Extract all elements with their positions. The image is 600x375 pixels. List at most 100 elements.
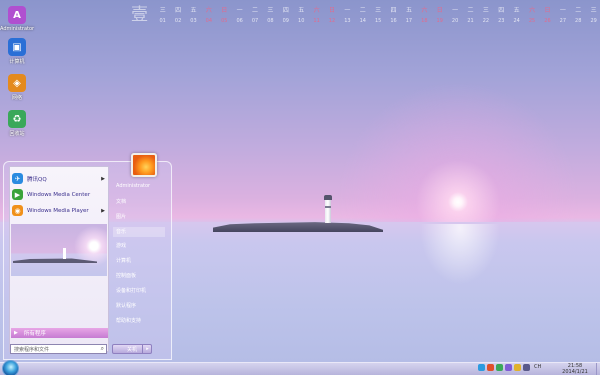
calendar-day: 日 12	[324, 6, 339, 26]
start-menu-place[interactable]: 计算机	[116, 257, 131, 264]
calendar-day: 二 07	[247, 6, 262, 26]
calendar-day: 一 13	[340, 6, 355, 26]
taskbar-clock[interactable]: 21:58 2014/1/21	[555, 363, 595, 375]
calendar-day: 日 26	[540, 6, 555, 26]
calendar-day: 日 05	[217, 6, 232, 26]
program-label: Windows Media Center	[27, 191, 91, 198]
desktop-icon-label: 网络	[11, 95, 22, 101]
desktop-icon[interactable]: A Administrator	[0, 6, 34, 32]
start-menu-place[interactable]: 图片	[116, 213, 126, 220]
start-menu-program[interactable]: ✈ 腾讯QQ ▶	[12, 171, 108, 186]
calendar-day: 五 10	[294, 6, 309, 26]
start-menu-place[interactable]: 设备和打印机	[116, 287, 146, 294]
calendar-day: 二 14	[355, 6, 370, 26]
calendar-date: 17	[405, 18, 413, 24]
calendar-day: 日 19	[432, 6, 447, 26]
network-icon: ◈	[8, 74, 26, 92]
calendar-weekday: 三	[590, 7, 597, 14]
start-button[interactable]	[2, 360, 19, 375]
desktop-icon-label: Administrator	[0, 26, 35, 32]
search-icon[interactable]: ⌕	[101, 345, 104, 353]
calendar-date: 05	[221, 18, 228, 24]
calendar-month: 壹	[131, 5, 148, 25]
calendar-day: 二 21	[463, 6, 478, 26]
start-menu-program[interactable]: ▶ Windows Media Center	[12, 187, 108, 202]
triangle-right-icon[interactable]: ▶	[101, 176, 105, 182]
taskbar: CH 21:58 2014/1/21	[0, 360, 600, 375]
all-programs-button[interactable]: ▶ 所有程序	[11, 328, 108, 338]
calendar-day: 六 18	[417, 6, 432, 26]
calendar-weekday: 一	[236, 7, 243, 14]
input-method-indicator[interactable]: CH	[534, 364, 541, 370]
calendar-date: 23	[498, 18, 505, 24]
program-label: Windows Media Player	[27, 207, 89, 214]
desktop-icon[interactable]: ▣ 计算机	[0, 38, 34, 65]
calendar-day: 四 23	[494, 6, 509, 26]
calendar-day: 一 20	[447, 6, 462, 26]
desktop-icon-label: 计算机	[9, 59, 25, 65]
start-menu-programs-pane: ✈ 腾讯QQ ▶ ▶ Windows Media Center ◉ Windows Medi…	[9, 166, 109, 352]
calendar-widget: 壹 三 01 四 02 五 03 六 04 日 05 一 06 二 07 三 08 四 09 五 10 六 11 日 12 一 1…	[131, 6, 600, 30]
tray-icon[interactable]	[505, 364, 512, 371]
calendar-date: 12	[328, 18, 336, 24]
start-menu-place[interactable]: 默认程序	[116, 302, 136, 309]
start-menu-place[interactable]: Administrator	[116, 183, 150, 189]
desktop-icon[interactable]: ◈ 网络	[0, 74, 34, 101]
calendar-date: 22	[482, 18, 490, 24]
calendar-weekday: 日	[436, 7, 443, 14]
calendar-date: 24	[513, 18, 520, 24]
start-menu-place[interactable]: 游戏	[116, 242, 126, 249]
calendar-weekday: 六	[529, 7, 536, 14]
desktop-icon[interactable]: ♻ 回收站	[0, 110, 34, 137]
triangle-right-icon[interactable]: ▶	[101, 208, 105, 214]
tray-icon[interactable]	[496, 364, 503, 371]
start-menu-place[interactable]: 帮助和支持	[116, 317, 141, 324]
calendar-weekday: 二	[467, 7, 474, 14]
calendar-days: 三 01 四 02 五 03 六 04 日 05 一 06 二 07 三 08 四 09 五 10 六 11 日 12 一 13 二…	[155, 6, 600, 26]
calendar-day: 四 09	[278, 6, 293, 26]
calendar-day: 三 22	[478, 6, 493, 26]
tray-icon[interactable]	[487, 364, 494, 371]
calendar-day: 四 02	[170, 6, 185, 26]
calendar-date: 15	[374, 18, 382, 24]
calendar-day: 六 04	[201, 6, 216, 26]
tray-icon[interactable]	[523, 364, 530, 371]
calendar-day: 三 29	[586, 6, 600, 26]
calendar-date: 20	[451, 18, 459, 24]
start-search-input[interactable]: 搜索程序和文件 ⌕	[10, 344, 107, 354]
calendar-day: 三 08	[263, 6, 278, 26]
calendar-date: 16	[390, 18, 397, 24]
start-menu-program[interactable]: ◉ Windows Media Player ▶	[12, 203, 108, 218]
calendar-weekday: 三	[375, 7, 382, 14]
start-menu-picture	[11, 224, 107, 276]
calendar-date: 08	[267, 18, 274, 24]
tray-icon[interactable]	[514, 364, 521, 371]
media-center-icon: ▶	[12, 189, 23, 200]
calendar-weekday: 四	[390, 7, 397, 14]
calendar-weekday: 日	[544, 7, 551, 14]
calendar-day: 三 15	[370, 6, 385, 26]
start-menu-place[interactable]: 控制面板	[116, 272, 136, 279]
qq-icon: ✈	[12, 173, 23, 184]
show-desktop-button[interactable]	[596, 363, 600, 375]
calendar-weekday: 二	[359, 7, 366, 14]
calendar-date: 10	[298, 18, 305, 24]
calendar-date: 29	[590, 18, 597, 24]
calendar-weekday: 四	[175, 7, 182, 14]
calendar-date: 01	[159, 18, 166, 24]
calendar-weekday: 四	[282, 7, 289, 14]
calendar-date: 13	[344, 18, 351, 24]
start-menu-place[interactable]: 文档	[116, 198, 126, 205]
user-avatar[interactable]	[131, 153, 157, 177]
search-placeholder: 搜索程序和文件	[14, 346, 50, 353]
calendar-date: 11	[313, 18, 320, 24]
tray-icon[interactable]	[478, 364, 485, 371]
calendar-weekday: 二	[575, 7, 582, 14]
shutdown-options-button[interactable]: ▸	[142, 344, 152, 354]
calendar-weekday: 四	[498, 7, 505, 14]
start-menu: ✈ 腾讯QQ ▶ ▶ Windows Media Center ◉ Windows Medi…	[3, 153, 172, 360]
calendar-weekday: 五	[190, 7, 197, 14]
calendar-weekday: 三	[159, 7, 166, 14]
calendar-date: 03	[190, 18, 197, 24]
start-menu-place[interactable]: 音乐	[113, 227, 165, 237]
